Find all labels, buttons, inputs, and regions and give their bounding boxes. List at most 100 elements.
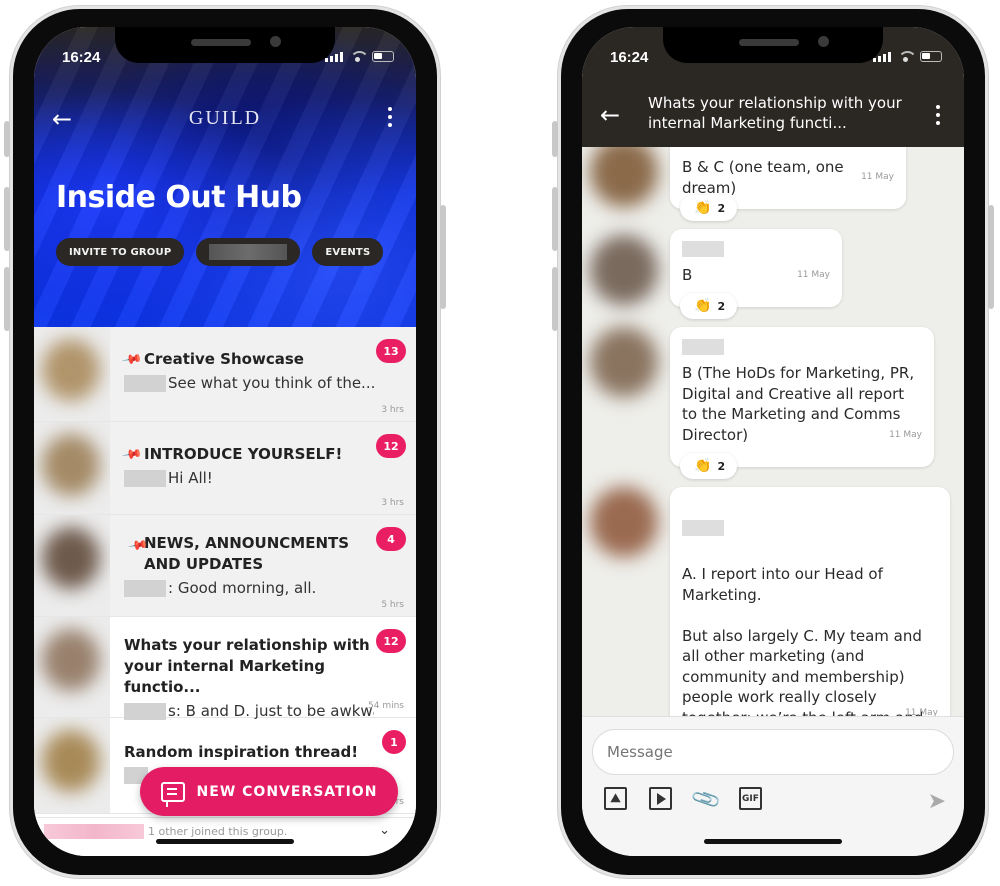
avatar <box>34 718 110 813</box>
redacted-name <box>124 702 166 720</box>
mute-switch <box>552 121 558 157</box>
message-text: B (The HoDs for Marketing, PR, Digital a… <box>682 364 915 444</box>
conversation-time: 3 hrs <box>381 498 404 508</box>
chat-bubble-icon <box>160 781 185 807</box>
home-indicator <box>156 839 294 844</box>
redacted-name <box>124 579 166 597</box>
brand-logo: GUILD <box>188 107 262 129</box>
power-button <box>440 205 446 309</box>
message-bubble[interactable]: B (The HoDs for Marketing, PR, Digital a… <box>670 327 934 479</box>
message-list[interactable]: B & C (one team, one dream) 11 May 👏 2 B … <box>582 147 964 716</box>
message-date: 11 May <box>861 171 894 182</box>
conversation-time: 5 hrs <box>381 600 404 610</box>
chat-title: Whats your relationship with your intern… <box>648 94 902 132</box>
message-date: 11 May <box>797 269 830 280</box>
clapping-hands-icon: 👏 <box>694 200 712 216</box>
volume-up-button <box>4 187 10 251</box>
redacted-name <box>124 374 166 392</box>
redacted-name <box>682 339 724 355</box>
conversation-item[interactable]: Whats your relationship with your intern… <box>34 617 416 720</box>
unread-badge: 13 <box>376 339 406 363</box>
group-screen: 16:24 ← GUILD Inside Out Hub INVITE TO G… <box>34 27 416 856</box>
reaction-chip[interactable]: 👏 2 <box>680 195 738 221</box>
conversation-item[interactable]: .a1::after{background:#b89a6e} 📌Creative… <box>34 327 416 422</box>
conversation-title: Whats your relationship with your intern… <box>124 636 370 696</box>
conversation-title: Creative Showcase <box>144 350 304 368</box>
message-date: 11 May <box>889 429 922 440</box>
reaction-count: 2 <box>717 201 726 215</box>
conversation-title: NEWS, ANNOUNCMENTS AND UPDATES <box>144 534 350 573</box>
unread-badge: 12 <box>376 629 406 653</box>
wifi-icon <box>898 51 917 62</box>
joined-text: 1 other joined this group. <box>148 825 288 838</box>
pin-icon: 📌 <box>120 444 143 466</box>
conversation-item[interactable]: 📌 NEWS, ANNOUNCMENTS AND UPDATES : Good m… <box>34 515 416 617</box>
back-arrow-icon[interactable]: ← <box>600 101 620 129</box>
conversation-preview: : Good morning, all. <box>168 579 317 597</box>
redacted-name <box>124 469 166 487</box>
redacted-name <box>44 824 144 839</box>
battery-icon <box>920 51 942 62</box>
reaction-chip[interactable]: 👏 2 <box>680 453 738 479</box>
conversation-time: 54 mins <box>368 701 404 711</box>
group-title: Inside Out Hub <box>56 180 302 215</box>
new-conversation-label: NEW CONVERSATION <box>196 783 378 800</box>
phone-frame-chat: 16:24 ← Whats your relationship with you… <box>552 6 994 878</box>
avatar <box>34 515 110 616</box>
reaction-chip[interactable]: 👏 2 <box>680 293 738 319</box>
unread-badge: 1 <box>382 730 406 754</box>
notch <box>663 27 883 63</box>
clapping-hands-icon: 👏 <box>694 458 712 474</box>
reaction-count: 2 <box>717 299 726 313</box>
invite-to-group-button[interactable]: INVITE TO GROUP <box>56 238 185 266</box>
pin-icon: 📌 <box>120 349 143 371</box>
conversation-time: 3 hrs <box>381 405 404 415</box>
message-date: 11 May <box>905 707 938 717</box>
send-icon[interactable]: ➤ <box>928 789 946 814</box>
chevron-down-icon[interactable]: ⌄ <box>379 823 390 838</box>
image-icon[interactable] <box>604 787 627 810</box>
unread-badge: 4 <box>376 527 406 551</box>
gif-icon[interactable]: GIF <box>739 787 762 810</box>
notch <box>115 27 335 63</box>
events-button[interactable]: EVENTS <box>312 238 384 266</box>
power-button <box>988 205 994 309</box>
redacted-action-button[interactable] <box>196 238 301 266</box>
conversation-title: Random inspiration thread! <box>124 743 359 761</box>
battery-icon <box>372 51 394 62</box>
volume-down-button <box>552 267 558 331</box>
new-conversation-button[interactable]: NEW CONVERSATION <box>140 767 398 816</box>
chat-screen: 16:24 ← Whats your relationship with you… <box>582 27 964 856</box>
home-indicator <box>704 839 842 844</box>
avatar <box>590 327 658 397</box>
reaction-count: 2 <box>717 459 726 473</box>
avatar <box>590 235 658 305</box>
phone-frame-group: 16:24 ← GUILD Inside Out Hub INVITE TO G… <box>4 6 446 878</box>
clapping-hands-icon: 👏 <box>694 298 712 314</box>
message-bubble[interactable]: B 11 May 👏 2 <box>670 229 842 319</box>
status-time: 16:24 <box>62 49 101 66</box>
status-time: 16:24 <box>610 49 649 66</box>
redacted-name <box>682 241 724 257</box>
conversation-item[interactable]: 📌 INTRODUCE YOURSELF! Hi All! 12 3 hrs <box>34 422 416 515</box>
volume-up-button <box>552 187 558 251</box>
more-options-icon[interactable] <box>936 105 940 125</box>
avatar <box>590 487 658 557</box>
more-options-icon[interactable] <box>388 107 392 127</box>
avatar <box>590 147 658 207</box>
message-text: A. I report into our Head of Marketing. … <box>682 565 923 716</box>
attachment-icon[interactable]: 📎 <box>689 782 723 815</box>
avatar: .a1::after{background:#b89a6e} <box>34 327 110 421</box>
avatar <box>34 422 110 514</box>
video-icon[interactable] <box>649 787 672 810</box>
unread-badge: 12 <box>376 434 406 458</box>
message-bubble[interactable]: B & C (one team, one dream) 11 May 👏 2 <box>670 147 906 221</box>
conversation-preview: See what you think of the... <box>168 374 376 392</box>
redacted-name <box>682 519 724 536</box>
message-input[interactable] <box>592 729 954 775</box>
wifi-icon <box>350 51 369 62</box>
conversation-preview: Hi All! <box>168 469 213 487</box>
avatar <box>34 617 110 717</box>
message-bubble[interactable]: A. I report into our Head of Marketing. … <box>670 487 950 716</box>
mute-switch <box>4 121 10 157</box>
